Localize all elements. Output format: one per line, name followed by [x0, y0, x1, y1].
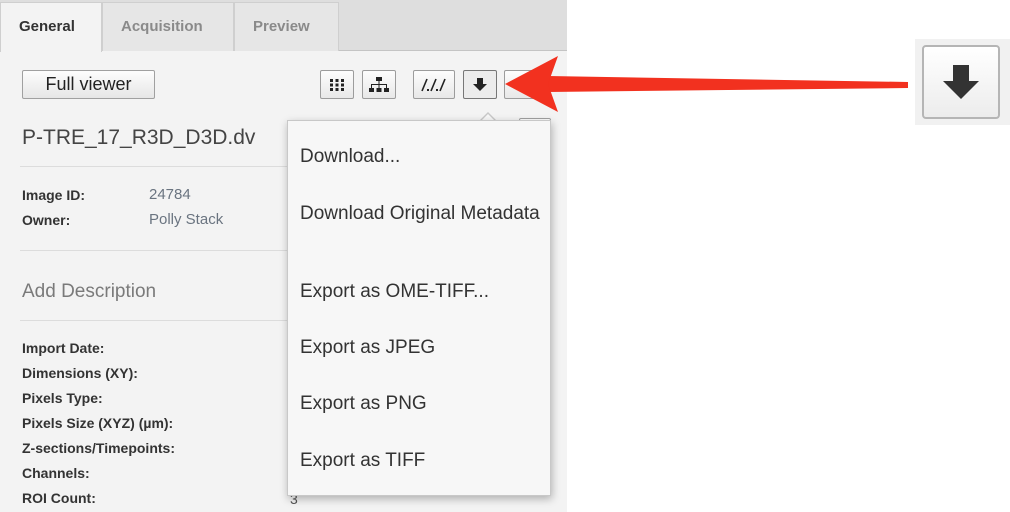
arrow-shaft [548, 76, 908, 92]
zoomed-download-button [922, 45, 1000, 119]
annotation-arrow [505, 56, 908, 112]
download-icon [943, 65, 979, 99]
